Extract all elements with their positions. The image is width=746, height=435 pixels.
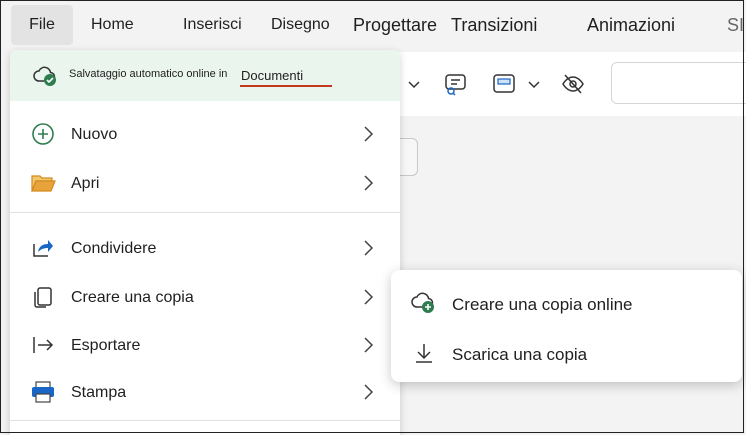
printer-icon: [30, 379, 56, 405]
chevron-right-icon: [360, 124, 376, 144]
autosave-banner: Salvataggio automatico online in Documen…: [10, 50, 400, 101]
cloud-check-icon: [32, 62, 58, 88]
menu-item-label: Apri: [71, 175, 100, 192]
chevron-right-icon: [360, 287, 376, 307]
toolbar-search-box[interactable]: [611, 62, 746, 104]
plus-circle-icon: [30, 121, 56, 147]
tab-disegno[interactable]: Disegno: [271, 16, 330, 34]
menu-item-label: Nuovo: [71, 126, 118, 143]
autosave-text: Salvataggio automatico online in: [69, 68, 228, 80]
menu-divider: [10, 212, 400, 213]
tab-inserisci[interactable]: Inserisci: [183, 16, 242, 34]
menu-item-nuovo[interactable]: Nuovo: [10, 111, 400, 157]
ribbon-tabs: File Home Inserisci Disegno Progettare T…: [0, 0, 746, 50]
share-icon: [30, 235, 56, 261]
copy-icon: [30, 284, 56, 310]
eye-hidden-icon[interactable]: [559, 70, 587, 98]
chevron-right-icon: [360, 382, 376, 402]
location-underline: [240, 85, 332, 87]
download-icon: [411, 340, 437, 366]
menu-item-label: Creare una copia: [71, 289, 194, 306]
chevron-right-icon: [360, 173, 376, 193]
cloud-add-icon: [411, 290, 437, 316]
menu-item-label: Esportare: [71, 337, 141, 354]
chevron-right-icon: [360, 335, 376, 355]
menu-item-apri[interactable]: Apri: [10, 160, 400, 206]
folder-open-icon: [30, 170, 56, 196]
menu-item-esportare[interactable]: Esportare: [10, 322, 400, 368]
submenu-item-scarica-copia[interactable]: Scarica una copia: [391, 330, 742, 376]
menu-divider: [10, 420, 400, 421]
menu-item-creare-copia[interactable]: Creare una copia: [10, 274, 400, 320]
menu-item-stampa[interactable]: Stampa: [10, 369, 400, 415]
submenu-item-label: Creare una copia online: [452, 295, 633, 314]
layout-icon[interactable]: [490, 70, 518, 98]
submenu-item-label: Scarica una copia: [452, 345, 588, 364]
tab-transizioni[interactable]: Transizioni: [451, 15, 537, 36]
chevron-down-icon[interactable]: [520, 70, 548, 98]
tab-home[interactable]: Home: [91, 16, 134, 34]
tab-progettare[interactable]: Progettare: [353, 15, 437, 36]
submenu-item-copia-online[interactable]: Creare una copia online: [391, 280, 742, 326]
chevron-right-icon: [360, 238, 376, 258]
copy-submenu: Creare una copia online Scarica una copi…: [391, 270, 742, 382]
menu-item-condividere[interactable]: Condividere: [10, 225, 400, 271]
menu-item-label: Condividere: [71, 240, 157, 257]
tab-overflow[interactable]: SI: [727, 15, 744, 36]
comment-search-icon[interactable]: [442, 70, 470, 98]
autosave-location-link[interactable]: Documenti: [241, 68, 303, 83]
export-icon: [30, 332, 56, 358]
tab-animazioni[interactable]: Animazioni: [587, 15, 675, 36]
menu-item-label: Stampa: [71, 384, 127, 401]
file-menu: Salvataggio automatico online in Documen…: [10, 50, 400, 435]
tab-file[interactable]: File: [11, 5, 73, 45]
chevron-down-icon[interactable]: [400, 70, 428, 98]
